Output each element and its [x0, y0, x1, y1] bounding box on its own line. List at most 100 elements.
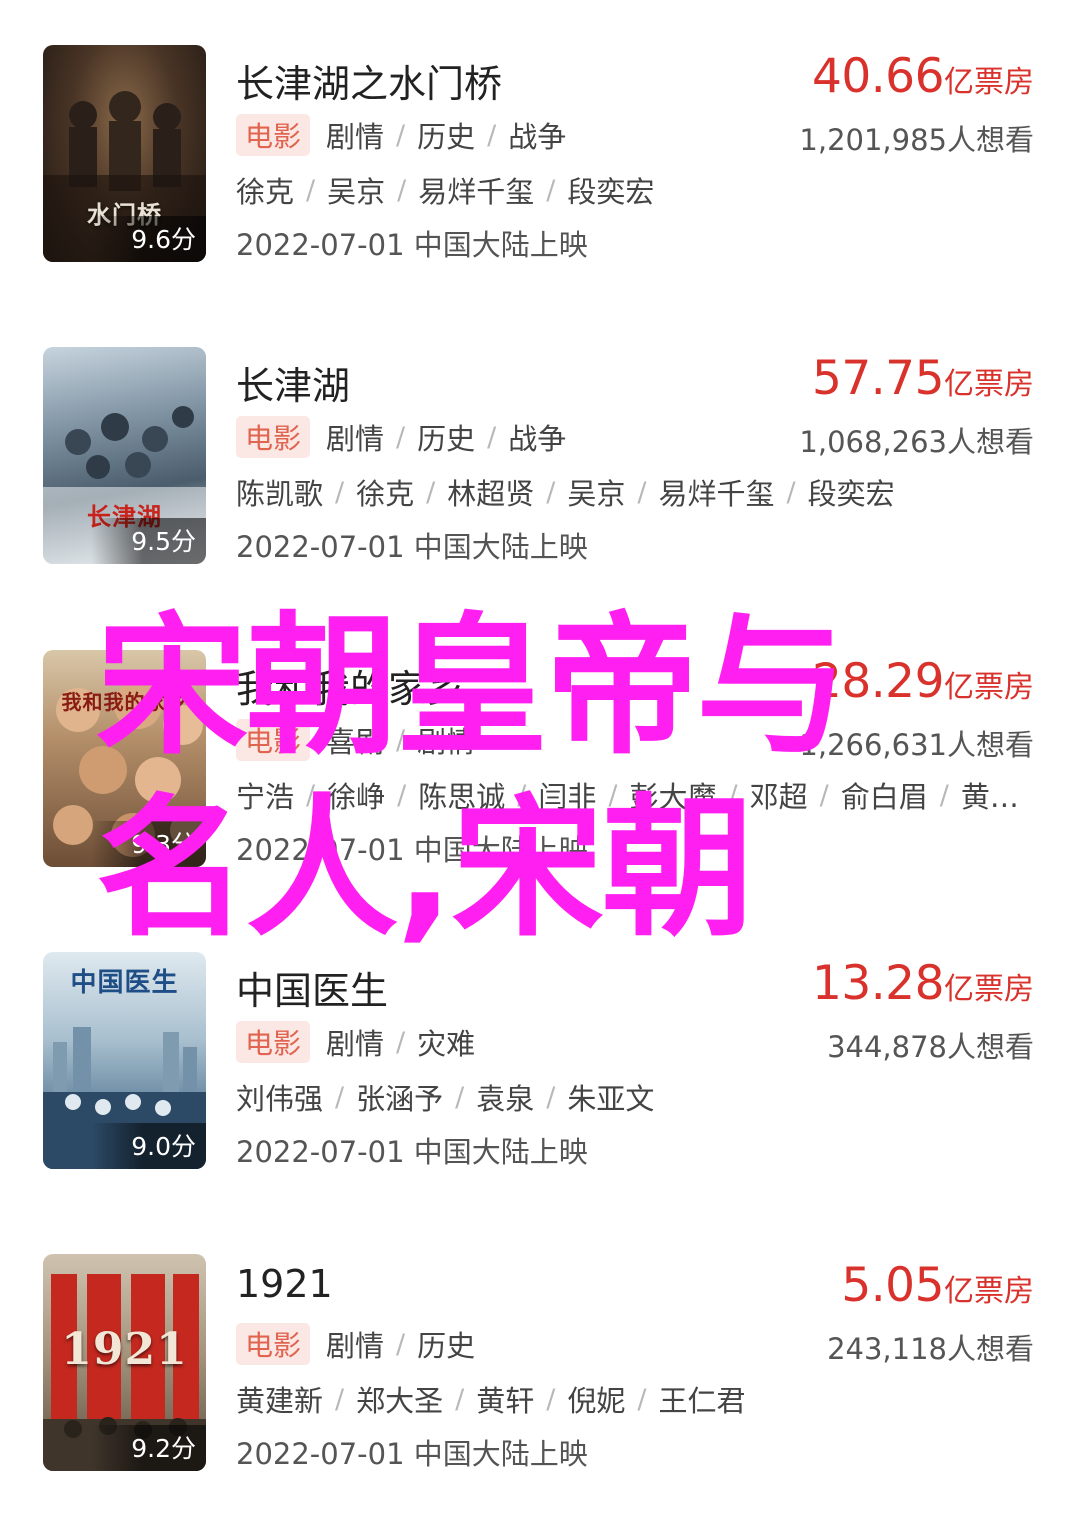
movie-card[interactable]: 我和我的家乡 9.3分 我和我的家乡 28.29亿票房 电影 喜剧 / 剧情 1…	[0, 650, 1080, 890]
cast-member: 闫非	[538, 780, 597, 814]
want-to-see-count: 344,878人想看	[827, 1030, 1034, 1064]
separator: /	[335, 1383, 345, 1415]
cast-row: 徐克 / 吴京 / 易烊千玺 / 段奕宏	[236, 169, 1036, 211]
cast-row: 宁浩 / 徐峥 / 陈思诚 / 闫非 / 彭大魔 / 邓超 / 俞白眉 / 黄…	[236, 774, 1036, 816]
separator: /	[517, 779, 527, 811]
separator: /	[426, 476, 436, 508]
movie-type-tag: 电影	[236, 719, 311, 761]
movie-type-tag: 电影	[236, 114, 311, 156]
genre-row: 电影 喜剧 / 剧情	[236, 719, 476, 761]
cast-member: 张涵予	[356, 1082, 444, 1116]
movie-poster[interactable]: 中国医生 9.0分	[43, 952, 206, 1169]
separator: /	[396, 724, 406, 756]
genre: 剧情	[326, 120, 385, 154]
release-info: 2022-07-01 中国大陆上映	[236, 833, 588, 867]
want-to-see-count: 1,201,985人想看	[799, 123, 1034, 157]
poster-title: 中国医生	[70, 968, 179, 998]
separator: /	[608, 779, 618, 811]
separator: /	[306, 174, 316, 206]
box-office-number: 40.66	[811, 49, 945, 104]
separator: /	[487, 119, 497, 151]
cast-member: 倪妮	[567, 1384, 626, 1418]
separator: /	[728, 779, 738, 811]
movie-card[interactable]: 长津湖 9.5分 长津湖 57.75亿票房 电影 剧情 / 历史 / 战争 1,…	[0, 347, 1080, 587]
separator: /	[396, 1328, 406, 1360]
box-office-unit: 亿票房	[944, 1274, 1034, 1309]
separator: /	[455, 1081, 465, 1113]
movie-title[interactable]: 中国医生	[236, 960, 388, 1015]
genre: 历史	[417, 120, 476, 154]
genre-row: 电影 剧情 / 历史	[236, 1323, 475, 1365]
want-to-see-count: 1,068,263人想看	[799, 425, 1034, 459]
cast-row: 刘伟强 / 张涵予 / 袁泉 / 朱亚文	[236, 1076, 1036, 1118]
separator: /	[546, 1383, 556, 1415]
box-office-number: 13.28	[811, 956, 945, 1011]
want-to-see-count: 1,266,631人想看	[799, 728, 1034, 762]
genre: 剧情	[417, 725, 476, 759]
box-office-number: 28.29	[811, 654, 945, 709]
separator: /	[786, 476, 796, 508]
genre: 灾难	[417, 1027, 476, 1061]
separator: /	[487, 421, 497, 453]
cast-member: 段奕宏	[807, 477, 895, 511]
genre: 喜剧	[326, 725, 385, 759]
release-info: 2022-07-01 中国大陆上映	[236, 228, 588, 262]
movie-type-tag: 电影	[236, 1021, 311, 1063]
separator: /	[396, 421, 406, 453]
cast-member: 林超贤	[447, 477, 535, 511]
box-office-unit: 亿票房	[944, 65, 1034, 100]
movie-card[interactable]: 1921 9.2分 1921 5.05亿票房 电影 剧情 / 历史 243,11…	[0, 1254, 1080, 1494]
genre: 剧情	[326, 422, 385, 456]
separator: /	[546, 174, 556, 206]
box-office: 40.66亿票房	[812, 49, 1034, 104]
cast-member: 吴京	[567, 477, 626, 511]
poster-title: 1921	[61, 1324, 188, 1375]
genre: 战争	[508, 120, 567, 154]
box-office: 13.28亿票房	[812, 956, 1034, 1011]
genre-row: 电影 剧情 / 历史 / 战争	[236, 416, 567, 458]
cast-member: 陈思诚	[418, 780, 506, 814]
movie-poster[interactable]: 长津湖 9.5分	[43, 347, 206, 564]
want-to-see-count: 243,118人想看	[827, 1332, 1034, 1366]
movie-poster[interactable]: 我和我的家乡 9.3分	[43, 650, 206, 867]
movie-title[interactable]: 1921	[236, 1262, 333, 1306]
cast-member: 黄建新	[236, 1384, 324, 1418]
separator: /	[637, 1383, 647, 1415]
rating-score: 9.3分	[91, 821, 206, 867]
separator: /	[397, 779, 407, 811]
cast-member: 易烊千玺	[418, 175, 535, 209]
cast-member: 郑大圣	[356, 1384, 444, 1418]
cast-member: 朱亚文	[567, 1082, 655, 1116]
cast-member: 吴京	[327, 175, 386, 209]
cast-member: 彭大魔	[629, 780, 717, 814]
separator: /	[335, 1081, 345, 1113]
rating-score: 9.6分	[91, 216, 206, 262]
genre: 战争	[508, 422, 567, 456]
genre-row: 电影 剧情 / 历史 / 战争	[236, 114, 567, 156]
movie-list: 水门桥 9.6分 长津湖之水门桥 40.66亿票房 电影 剧情 / 历史 / 战…	[0, 0, 1080, 1520]
movie-card[interactable]: 水门桥 9.6分 长津湖之水门桥 40.66亿票房 电影 剧情 / 历史 / 战…	[0, 45, 1080, 285]
cast-member: 易烊千玺	[658, 477, 775, 511]
movie-poster[interactable]: 1921 9.2分	[43, 1254, 206, 1471]
movie-title[interactable]: 我和我的家乡	[236, 658, 464, 713]
separator: /	[397, 174, 407, 206]
cast-member: 段奕宏	[567, 175, 655, 209]
box-office-unit: 亿票房	[944, 972, 1034, 1007]
movie-type-tag: 电影	[236, 1323, 311, 1365]
separator: /	[306, 779, 316, 811]
movie-card[interactable]: 中国医生 9.0分 中国医生 13.28亿票房 电影 剧情 / 灾难 344,8…	[0, 952, 1080, 1192]
separator: /	[335, 476, 345, 508]
movie-poster[interactable]: 水门桥 9.6分	[43, 45, 206, 262]
genre: 剧情	[326, 1329, 385, 1363]
rating-score: 9.5分	[91, 518, 206, 564]
genre: 历史	[417, 422, 476, 456]
movie-title[interactable]: 长津湖之水门桥	[236, 53, 502, 108]
separator: /	[546, 1081, 556, 1113]
cast-member: 黄…	[960, 780, 1019, 814]
cast-member: 徐克	[356, 477, 415, 511]
rating-score: 9.0分	[91, 1123, 206, 1169]
release-info: 2022-07-01 中国大陆上映	[236, 1437, 588, 1471]
movie-title[interactable]: 长津湖	[236, 355, 350, 410]
separator: /	[455, 1383, 465, 1415]
rating-score: 9.2分	[91, 1425, 206, 1471]
